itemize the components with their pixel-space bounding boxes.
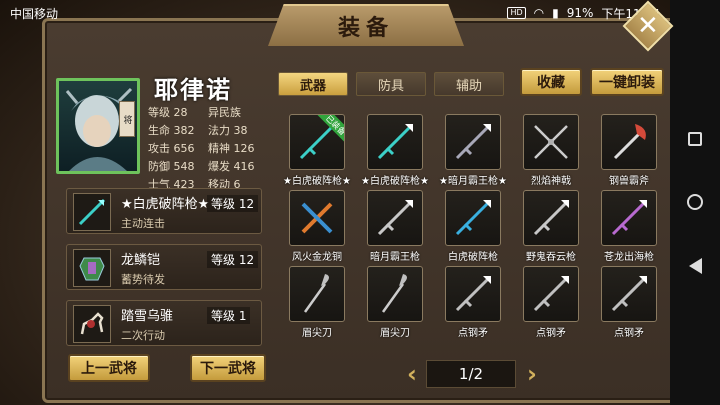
axe-icon: [601, 114, 657, 170]
inventory-item[interactable]: 点钢矛: [434, 264, 512, 340]
next-page-arrow[interactable]: ›: [522, 360, 542, 388]
stat-burst: 爆发 416: [208, 160, 255, 173]
close-icon: ✕: [637, 10, 659, 41]
equipped-weapon-skill: 主动连击: [121, 217, 165, 230]
inventory-item-name: 暗月霸王枪: [370, 252, 420, 263]
horse-icon: [73, 305, 111, 343]
spear-icon: [445, 190, 501, 246]
spear-icon: [367, 114, 423, 170]
equipped-mount-name: 踏雪乌骓: [121, 309, 174, 324]
inventory-item-name: ★白虎破阵枪★: [361, 176, 429, 187]
inventory-item[interactable]: 烈焰神戟: [512, 112, 590, 188]
back-icon[interactable]: [688, 257, 702, 274]
inventory-item-name: 钢兽霸斧: [609, 176, 649, 187]
stat-hp: 生命 382: [148, 124, 195, 137]
inventory-item-name: 点钢矛: [536, 328, 566, 339]
equipped-mount-level: 等级 1: [207, 307, 251, 324]
equipped-armor-name: 龙鳞铠: [121, 253, 161, 268]
status-bar: 中国移动 HD ◠ ▮ 91% 下午11:04: [0, 0, 720, 26]
tab-weapon[interactable]: 武器: [278, 72, 348, 96]
inventory-item[interactable]: 野鬼吞云枪: [512, 188, 590, 264]
halberd-icon: [523, 114, 579, 170]
inventory-item[interactable]: 已装备 ★白虎破阵枪★: [278, 112, 356, 188]
hero-stats: 等级 28 异民族 生命 382 法力 38 攻击 656 精神 126 防御 …: [148, 104, 268, 192]
hd-badge: HD: [507, 7, 526, 19]
collect-button[interactable]: 收藏: [520, 68, 582, 96]
battery-label: 91%: [566, 6, 594, 20]
tab-accessory[interactable]: 辅助: [434, 72, 504, 96]
inventory-item[interactable]: 苍龙出海枪: [590, 188, 668, 264]
mace-icon: [289, 190, 345, 246]
next-general-button[interactable]: 下一武将: [190, 354, 266, 382]
equipped-weapon-name: ★白虎破阵枪★: [121, 197, 210, 212]
spear-icon: [445, 114, 501, 170]
stat-mp: 法力 38: [208, 124, 248, 137]
inventory-item-name: 眉尖刀: [302, 328, 332, 339]
inventory-item[interactable]: ★暗月霸王枪★: [434, 112, 512, 188]
equipped-mount-slot[interactable]: 踏雪乌骓 等级 1 二次行动: [66, 300, 262, 346]
spear-icon: [73, 193, 111, 231]
inventory-item-name: 风火金龙铜: [292, 252, 342, 263]
unequip-all-button[interactable]: 一键卸装: [590, 68, 664, 96]
inventory-item[interactable]: 白虎破阵枪: [434, 188, 512, 264]
spear-icon: [523, 266, 579, 322]
inventory-item[interactable]: 钢兽霸斧: [590, 112, 668, 188]
equipped-armor-slot[interactable]: 龙鳞铠 等级 12 蓄势待发: [66, 244, 262, 290]
wifi-icon: ◠: [533, 6, 545, 20]
inventory-item-name: 眉尖刀: [380, 328, 410, 339]
glaive-icon: [289, 266, 345, 322]
spear-icon: [367, 190, 423, 246]
equipped-armor-skill: 蓄势待发: [121, 273, 165, 286]
inventory-item-name: ★暗月霸王枪★: [439, 176, 507, 187]
prev-general-button[interactable]: 上一武将: [68, 354, 150, 382]
stat-race: 异民族: [208, 106, 241, 119]
system-nav-bar: [670, 0, 720, 405]
stat-attack: 攻击 656: [148, 142, 195, 155]
rank-badge: 将: [119, 101, 135, 137]
equipped-armor-level: 等级 12: [207, 251, 259, 268]
stat-spirit: 精神 126: [208, 142, 255, 155]
equipped-mount-skill: 二次行动: [121, 329, 165, 342]
recents-icon[interactable]: [688, 131, 702, 146]
spear-icon: [601, 266, 657, 322]
carrier-label: 中国移动: [10, 6, 59, 21]
inventory-item-name: ★白虎破阵枪★: [283, 176, 351, 187]
spear-icon: [601, 190, 657, 246]
signal-icon: ▮: [552, 6, 559, 20]
equipped-weapon-slot[interactable]: ★白虎破阵枪★ 等级 12 主动连击: [66, 188, 262, 234]
inventory-item[interactable]: 眉尖刀: [278, 264, 356, 340]
inventory-item-name: 点钢矛: [458, 328, 488, 339]
tab-armor[interactable]: 防具: [356, 72, 426, 96]
hero-name: 耶律诺: [154, 76, 232, 104]
inventory-item[interactable]: 点钢矛: [512, 264, 590, 340]
inventory-item[interactable]: 眉尖刀: [356, 264, 434, 340]
page-indicator: 1/2: [426, 360, 516, 388]
inventory-item-name: 野鬼吞云枪: [526, 252, 576, 263]
inventory-item[interactable]: 暗月霸王枪: [356, 188, 434, 264]
equipped-weapon-level: 等级 12: [207, 195, 259, 212]
inventory-item[interactable]: 点钢矛: [590, 264, 668, 340]
inventory-item-name: 烈焰神戟: [531, 176, 571, 187]
glaive-icon: [367, 266, 423, 322]
inventory-item[interactable]: ★白虎破阵枪★: [356, 112, 434, 188]
inventory-item[interactable]: 风火金龙铜: [278, 188, 356, 264]
inventory-item-name: 白虎破阵枪: [448, 252, 498, 263]
inventory-grid: 已装备 ★白虎破阵枪★ ★白虎破阵枪★ ★暗月霸王枪★ 烈焰神戟 钢兽霸斧风火金龙铜 暗月霸…: [278, 112, 668, 340]
prev-page-arrow[interactable]: ‹: [402, 360, 422, 388]
home-icon[interactable]: [687, 193, 703, 210]
armor-icon: [73, 249, 111, 287]
stat-defense: 防御 548: [148, 160, 195, 173]
spear-icon: 已装备: [289, 114, 345, 170]
spear-icon: [523, 190, 579, 246]
inventory-item-name: 点钢矛: [614, 328, 644, 339]
hero-portrait: 将: [56, 78, 140, 174]
stat-level: 等级 28: [148, 106, 188, 119]
inventory-item-name: 苍龙出海枪: [604, 252, 654, 263]
spear-icon: [445, 266, 501, 322]
